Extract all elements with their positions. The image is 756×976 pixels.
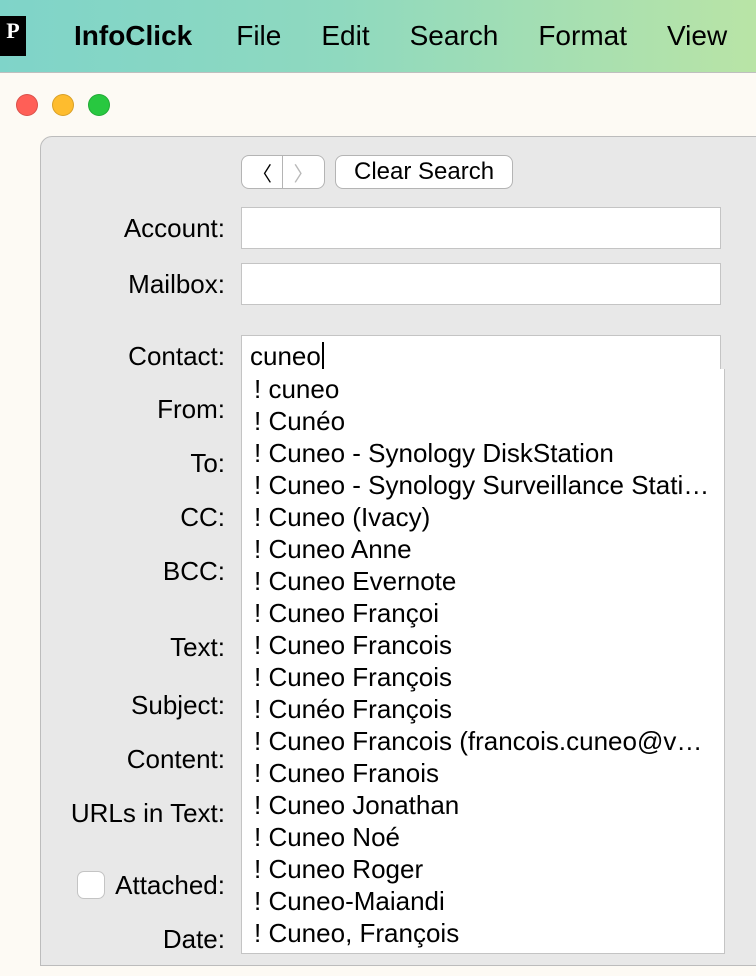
search-panel: 〈 〉 Clear Search Account: Mailbox: Conta… — [40, 136, 756, 966]
mailbox-label: Mailbox: — [41, 269, 233, 300]
suggestion-item[interactable]: ! Cuneo Evernote — [242, 565, 724, 597]
suggestion-item[interactable]: ! Cuneo, François — [242, 917, 724, 949]
contact-suggestions: ! cuneo ! Cunéo ! Cuneo - Synology DiskS… — [241, 369, 725, 954]
menu-format[interactable]: Format — [518, 20, 647, 52]
suggestion-item[interactable]: ! Cuneo - Synology DiskStation — [242, 437, 724, 469]
suggestion-item[interactable]: ! Cunéo — [242, 405, 724, 437]
suggestion-item[interactable]: ! Cuneo - Synology Surveillance Station — [242, 469, 724, 501]
menu-app-name[interactable]: InfoClick — [74, 20, 216, 52]
suggestion-item[interactable]: ! Cuneo (Ivacy) — [242, 501, 724, 533]
attached-label-wrap: Attached: — [41, 870, 233, 901]
zoom-icon[interactable] — [88, 94, 110, 116]
cc-label: CC: — [41, 502, 233, 533]
suggestion-item[interactable]: ! Cunéo François — [242, 693, 724, 725]
menu-bar: P InfoClick File Edit Search Format View — [0, 0, 756, 72]
menu-file[interactable]: File — [216, 20, 301, 52]
back-button[interactable]: 〈 — [241, 155, 283, 189]
suggestion-item[interactable]: ! Cuneo Francois (francois.cuneo@vd.ed… — [242, 725, 724, 757]
contact-input-value: cuneo — [250, 341, 321, 372]
suggestion-item[interactable]: ! Cuneo Noé — [242, 821, 724, 853]
forward-button[interactable]: 〉 — [283, 155, 325, 189]
suggestion-item[interactable]: ! Cuneo Francois — [242, 629, 724, 661]
account-input[interactable] — [241, 207, 721, 249]
subject-label: Subject: — [41, 690, 233, 721]
text-label: Text: — [41, 632, 233, 663]
menu-view[interactable]: View — [647, 20, 747, 52]
suggestion-item[interactable]: ! Cuneo Françoi — [242, 597, 724, 629]
account-label: Account: — [41, 213, 233, 244]
menu-edit[interactable]: Edit — [301, 20, 389, 52]
date-label: Date: — [41, 924, 233, 955]
suggestion-item[interactable]: ! Cuneo Jonathan — [242, 789, 724, 821]
suggestion-item[interactable]: ! Cuneo Roger — [242, 853, 724, 885]
suggestion-item[interactable]: ! Cuneo François — [242, 661, 724, 693]
mailbox-input[interactable] — [241, 263, 721, 305]
app-badge: P — [0, 16, 26, 56]
window-controls — [16, 94, 110, 116]
text-cursor — [322, 342, 324, 370]
content-label: Content: — [41, 744, 233, 775]
chevron-right-icon: 〉 — [294, 158, 314, 187]
chevron-left-icon: 〈 — [252, 158, 272, 187]
clear-search-button[interactable]: Clear Search — [335, 155, 513, 189]
close-icon[interactable] — [16, 94, 38, 116]
attached-checkbox[interactable] — [77, 871, 105, 899]
urls-label: URLs in Text: — [41, 798, 233, 829]
window-titlebar — [0, 72, 756, 118]
from-label: From: — [41, 394, 233, 425]
menu-search[interactable]: Search — [390, 20, 519, 52]
suggestion-item[interactable]: ! cuneo — [242, 373, 724, 405]
minimize-icon[interactable] — [52, 94, 74, 116]
toolbar: 〈 〉 Clear Search — [241, 155, 756, 189]
nav-history-group: 〈 〉 — [241, 155, 325, 189]
suggestion-item[interactable]: ! Cuneo Anne — [242, 533, 724, 565]
to-label: To: — [41, 448, 233, 479]
suggestion-item[interactable]: ! Cuneo-Maiandi — [242, 885, 724, 917]
contact-label: Contact: — [41, 341, 233, 372]
attached-label: Attached: — [115, 870, 225, 901]
bcc-label: BCC: — [41, 556, 233, 587]
suggestion-item[interactable]: ! Cuneo Franois — [242, 757, 724, 789]
